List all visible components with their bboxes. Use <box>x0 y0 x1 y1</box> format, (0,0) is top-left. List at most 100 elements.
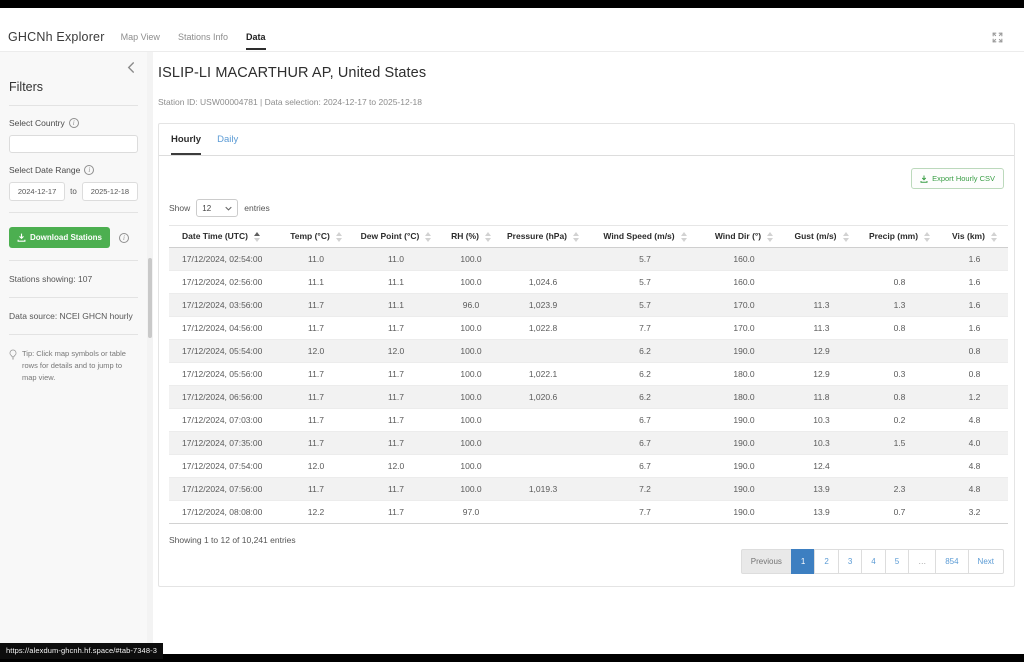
date-to-input[interactable]: 2025-12-18 <box>82 182 138 201</box>
table-info: Showing 1 to 12 of 10,241 entries <box>169 535 1004 545</box>
info-icon[interactable]: i <box>69 118 79 128</box>
cell-value: 0.7 <box>858 500 941 523</box>
column-header-rh[interactable]: RH (%) <box>443 226 499 248</box>
page-previous[interactable]: Previous <box>741 549 792 574</box>
table-row[interactable]: 17/12/2024, 06:56:0011.711.7100.01,020.6… <box>169 385 1008 408</box>
cell-value: 12.9 <box>785 339 858 362</box>
column-label: Gust (m/s) <box>794 231 836 241</box>
cell-value: 1,022.1 <box>499 362 587 385</box>
cell-datetime: 17/12/2024, 02:56:00 <box>169 270 283 293</box>
column-header-wind-dir[interactable]: Wind Dir (°) <box>703 226 785 248</box>
cell-value: 0.8 <box>941 362 1008 385</box>
table-row[interactable]: 17/12/2024, 02:54:0011.011.0100.05.7160.… <box>169 247 1008 270</box>
page-2[interactable]: 2 <box>814 549 838 574</box>
entries-select-value: 12 <box>202 204 211 213</box>
export-csv-button[interactable]: Export Hourly CSV <box>911 168 1004 189</box>
table-row[interactable]: 17/12/2024, 05:54:0012.012.0100.06.2190.… <box>169 339 1008 362</box>
column-header-dew-point-c[interactable]: Dew Point (°C) <box>349 226 443 248</box>
fullscreen-icon[interactable] <box>991 31 1004 44</box>
cell-value: 12.9 <box>785 362 858 385</box>
cell-value: 180.0 <box>703 362 785 385</box>
cell-value: 10.3 <box>785 408 858 431</box>
column-header-precip-mm[interactable]: Precip (mm) <box>858 226 941 248</box>
column-header-gust-m-s[interactable]: Gust (m/s) <box>785 226 858 248</box>
date-range-to-label: to <box>70 187 77 196</box>
page-next[interactable]: Next <box>968 549 1004 574</box>
table-row[interactable]: 17/12/2024, 04:56:0011.711.7100.01,022.8… <box>169 316 1008 339</box>
cell-value: 7.7 <box>587 316 703 339</box>
cell-value: 5.7 <box>587 247 703 270</box>
cell-value: 11.7 <box>349 500 443 523</box>
table-row[interactable]: 17/12/2024, 07:03:0011.711.7100.06.7190.… <box>169 408 1008 431</box>
tab-daily[interactable]: Daily <box>217 134 238 155</box>
column-header-vis-km[interactable]: Vis (km) <box>941 226 1008 248</box>
table-row[interactable]: 17/12/2024, 07:54:0012.012.0100.06.7190.… <box>169 454 1008 477</box>
column-header-wind-speed-m-s[interactable]: Wind Speed (m/s) <box>587 226 703 248</box>
cell-value: 4.8 <box>941 477 1008 500</box>
cell-datetime: 17/12/2024, 07:56:00 <box>169 477 283 500</box>
page-1[interactable]: 1 <box>791 549 815 574</box>
table-row[interactable]: 17/12/2024, 07:35:0011.711.7100.06.7190.… <box>169 431 1008 454</box>
table-row[interactable]: 17/12/2024, 03:56:0011.711.196.01,023.95… <box>169 293 1008 316</box>
table-row[interactable]: 17/12/2024, 07:56:0011.711.7100.01,019.3… <box>169 477 1008 500</box>
info-icon[interactable]: i <box>84 165 94 175</box>
cell-value: 6.7 <box>587 408 703 431</box>
date-from-input[interactable]: 2024-12-17 <box>9 182 65 201</box>
cell-value: 1.3 <box>858 293 941 316</box>
cell-datetime: 17/12/2024, 07:35:00 <box>169 431 283 454</box>
cell-value: 11.7 <box>349 362 443 385</box>
country-field-label: Select Country i <box>9 118 138 128</box>
divider <box>9 105 138 106</box>
column-header-date-time-utc[interactable]: Date Time (UTC) <box>169 226 283 248</box>
cell-value: 6.7 <box>587 431 703 454</box>
cell-value: 2.3 <box>858 477 941 500</box>
sort-icon <box>573 232 579 242</box>
column-label: Temp (°C) <box>290 231 330 241</box>
cell-value: 190.0 <box>703 408 785 431</box>
cell-value: 7.7 <box>587 500 703 523</box>
column-header-pressure-hpa[interactable]: Pressure (hPa) <box>499 226 587 248</box>
page-5[interactable]: 5 <box>885 549 909 574</box>
station-title: ISLIP-LI MACARTHUR AP, United States <box>158 65 1024 81</box>
top-nav: GHCNh Explorer Map View Stations Info Da… <box>0 8 1024 52</box>
scrollbar-thumb[interactable] <box>148 258 152 338</box>
station-meta: Station ID: USW00004781 | Data selection… <box>158 97 1024 107</box>
divider <box>9 334 138 335</box>
sort-icon <box>425 232 431 242</box>
country-input[interactable] <box>9 135 138 153</box>
page-4[interactable]: 4 <box>861 549 885 574</box>
column-header-temp-c[interactable]: Temp (°C) <box>283 226 349 248</box>
cell-value: 100.0 <box>443 316 499 339</box>
export-csv-label: Export Hourly CSV <box>932 174 995 183</box>
table-row[interactable]: 17/12/2024, 08:08:0012.211.797.07.7190.0… <box>169 500 1008 523</box>
cell-value: 12.2 <box>283 500 349 523</box>
cell-value: 160.0 <box>703 247 785 270</box>
page-854[interactable]: 854 <box>935 549 968 574</box>
page-3[interactable]: 3 <box>838 549 862 574</box>
table-row[interactable]: 17/12/2024, 02:56:0011.111.1100.01,024.6… <box>169 270 1008 293</box>
cell-value: 4.8 <box>941 454 1008 477</box>
download-icon <box>920 175 928 183</box>
column-label: Dew Point (°C) <box>361 231 420 241</box>
cell-value: 13.9 <box>785 477 858 500</box>
entries-select[interactable]: 12 <box>196 199 238 217</box>
nav-item-map-view[interactable]: Map View <box>121 32 160 44</box>
cell-datetime: 17/12/2024, 03:56:00 <box>169 293 283 316</box>
cell-value: 0.8 <box>941 339 1008 362</box>
table-row[interactable]: 17/12/2024, 05:56:0011.711.7100.01,022.1… <box>169 362 1008 385</box>
nav-item-data[interactable]: Data <box>246 32 266 44</box>
date-range-inputs: 2024-12-17 to 2025-12-18 <box>9 182 138 201</box>
cell-value: 190.0 <box>703 500 785 523</box>
tab-hourly[interactable]: Hourly <box>171 134 201 155</box>
cell-datetime: 17/12/2024, 05:56:00 <box>169 362 283 385</box>
cell-value: 100.0 <box>443 385 499 408</box>
download-stations-button[interactable]: Download Stations <box>9 227 110 248</box>
sort-icon <box>767 232 773 242</box>
data-source-note: Data source: NCEI GHCN hourly <box>9 311 138 321</box>
collapse-sidebar-icon[interactable] <box>127 62 135 73</box>
nav-item-stations-info[interactable]: Stations Info <box>178 32 228 44</box>
cell-value: 0.8 <box>858 385 941 408</box>
sort-icon <box>254 232 260 242</box>
cell-value: 11.7 <box>349 431 443 454</box>
info-icon[interactable]: i <box>119 233 129 243</box>
